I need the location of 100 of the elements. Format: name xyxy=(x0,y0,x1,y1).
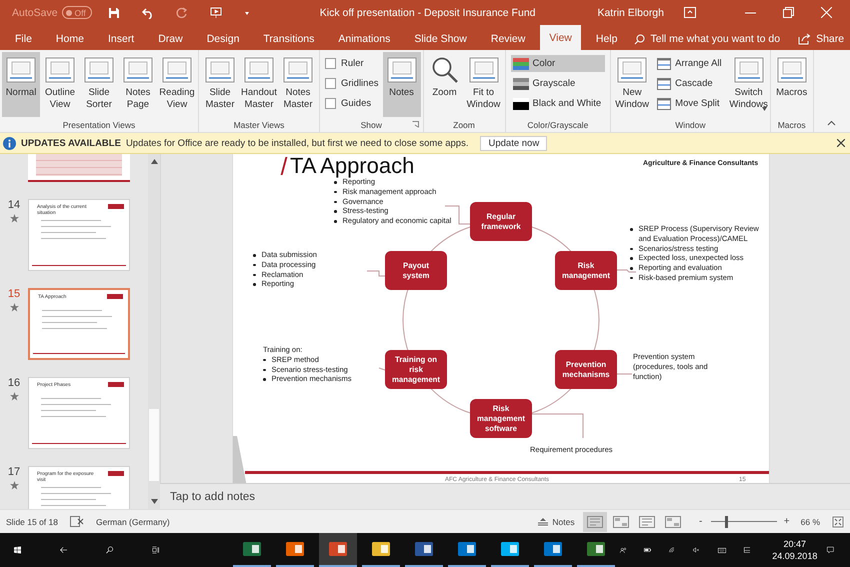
ribbon-button[interactable]: Reading View xyxy=(158,52,196,117)
scroll-up-icon[interactable] xyxy=(150,159,158,164)
ribbon-button[interactable]: Zoom xyxy=(426,52,464,117)
bullet-icon xyxy=(630,257,632,260)
scroll-down-icon[interactable] xyxy=(150,499,158,504)
ribbon-tab[interactable]: Insert xyxy=(98,28,144,50)
ribbon-tab[interactable]: Review xyxy=(482,28,534,50)
autosave-label: AutoSave xyxy=(12,6,58,18)
scrollbar[interactable] xyxy=(148,154,160,509)
close-icon[interactable] xyxy=(837,139,845,147)
bullet-icon xyxy=(253,264,256,266)
update-now-button[interactable]: Update now xyxy=(480,136,548,150)
bullet-icon xyxy=(263,378,266,381)
tablet-mode-icon[interactable] xyxy=(744,544,750,556)
zoom-in-button[interactable]: + xyxy=(782,516,791,527)
ribbon-tab[interactable]: Animations xyxy=(329,28,400,50)
view-layout-icon xyxy=(205,56,235,84)
ribbon-button[interactable]: Fit to Window xyxy=(464,52,502,117)
search-icon xyxy=(634,34,646,44)
collapse-ribbon-icon[interactable] xyxy=(827,120,836,126)
color-mode-icon xyxy=(512,58,528,70)
ribbon-button[interactable]: Slide Master xyxy=(201,52,239,117)
ribbon-tab[interactable]: File xyxy=(6,28,41,50)
ribbon-button[interactable]: Slide Sorter xyxy=(80,52,118,117)
view-layout-icon xyxy=(84,56,114,84)
window-icon xyxy=(657,78,672,90)
redo-icon[interactable] xyxy=(176,6,188,18)
clock-date[interactable]: 24.09.2018 xyxy=(772,550,818,562)
checkbox-option[interactable]: Gridlines xyxy=(325,75,378,92)
battery-icon[interactable] xyxy=(644,545,652,555)
ribbon-button[interactable]: Notes Master xyxy=(279,52,317,117)
ribbon-tab[interactable]: Transitions xyxy=(254,28,324,50)
spelling-icon[interactable] xyxy=(70,516,84,527)
ribbon-tab[interactable]: View xyxy=(540,25,581,50)
clock-time[interactable]: 20:47 xyxy=(784,538,806,550)
undo-icon[interactable] xyxy=(142,6,154,18)
slide-corner-shape xyxy=(233,436,247,483)
leader-line xyxy=(616,270,636,272)
ribbon-tab[interactable]: Slide Show xyxy=(405,28,476,50)
bullet-icon xyxy=(334,210,336,213)
ribbon-button[interactable]: New Window xyxy=(613,52,652,117)
dialog-launcher-icon[interactable] xyxy=(412,121,418,128)
bullet-icon xyxy=(630,267,632,270)
fit-slide-icon[interactable] xyxy=(832,516,844,528)
zoom-out-button[interactable]: - xyxy=(696,516,705,527)
bullet-icon xyxy=(253,254,256,256)
ribbon-button[interactable]: Outline View xyxy=(41,52,79,117)
ribbon-tab[interactable]: Home xyxy=(46,28,93,50)
ribbon-tab[interactable]: Design xyxy=(198,28,248,50)
ribbon-button[interactable]: Switch Windows xyxy=(730,52,768,117)
ribbon-button[interactable]: Normal xyxy=(2,52,40,117)
language-label[interactable]: German (Germany) xyxy=(96,516,170,526)
ribbon-tab[interactable]: Draw xyxy=(149,28,192,50)
ribbon-small-button[interactable]: Cascade xyxy=(655,75,726,92)
ribbon-small-button[interactable]: Black and White xyxy=(510,95,606,112)
tell-me-field[interactable]: Tell me what you want to do xyxy=(634,28,780,50)
scrollbar-thumb[interactable] xyxy=(149,409,159,481)
ribbon-button[interactable]: Macros xyxy=(772,52,811,117)
bullet-icon xyxy=(253,274,256,276)
ribbon-tab[interactable]: Help xyxy=(586,28,626,50)
slide-counter: Slide 15 of 18 xyxy=(6,516,58,526)
ribbon-display-icon[interactable] xyxy=(684,7,696,18)
checkbox-option[interactable]: Guides xyxy=(325,95,378,112)
view-layout-icon xyxy=(244,56,274,84)
share-button[interactable]: Share xyxy=(798,28,844,50)
restore-icon[interactable] xyxy=(783,7,794,18)
view-layout-icon xyxy=(776,56,807,84)
group-label: Macros xyxy=(778,120,806,130)
zoom-slider-thumb[interactable] xyxy=(725,516,728,528)
view-mode-icon xyxy=(612,516,629,528)
taskbar-app-button[interactable] xyxy=(318,533,357,567)
magnifier-icon xyxy=(430,56,458,84)
presentation-icon[interactable] xyxy=(210,6,222,18)
ribbon-small-button[interactable]: Grayscale xyxy=(510,75,606,92)
update-message: Updates for Office are ready to be installed, but first we need to close some apps. xyxy=(126,138,468,148)
notes-toggle-button[interactable]: Notes xyxy=(538,516,575,526)
ribbon-button[interactable]: Notes xyxy=(382,52,420,117)
update-title: UPDATES AVAILABLE xyxy=(21,138,121,148)
view-mode-button[interactable] xyxy=(582,512,607,532)
ribbon-small-button[interactable]: Color xyxy=(510,55,606,72)
ribbon-small-button[interactable]: Move Split xyxy=(655,95,726,112)
zoom-percentage[interactable]: 66 % xyxy=(800,516,820,526)
share-icon xyxy=(798,33,812,45)
view-layout-icon xyxy=(283,56,313,84)
bullet-icon xyxy=(630,248,632,250)
bullet-icon xyxy=(630,276,632,280)
bullet-icon xyxy=(253,283,256,286)
checkbox-option[interactable]: Ruler xyxy=(325,55,378,72)
ribbon-button[interactable]: Handout Master xyxy=(240,52,278,117)
slide-thumbnail[interactable] xyxy=(28,154,130,182)
group-label: Zoom xyxy=(453,120,475,130)
bullet-icon xyxy=(334,190,336,194)
user-name[interactable]: Katrin Elborgh xyxy=(597,6,664,18)
ribbon-small-button[interactable]: Arrange All xyxy=(655,55,726,72)
save-icon[interactable] xyxy=(108,6,120,18)
customize-caret-icon[interactable] xyxy=(244,10,250,16)
view-mode-icon xyxy=(638,516,655,528)
group-label: Show xyxy=(360,120,382,130)
ribbon-button[interactable]: Notes Page xyxy=(119,52,157,117)
view-layout-icon xyxy=(386,56,416,84)
